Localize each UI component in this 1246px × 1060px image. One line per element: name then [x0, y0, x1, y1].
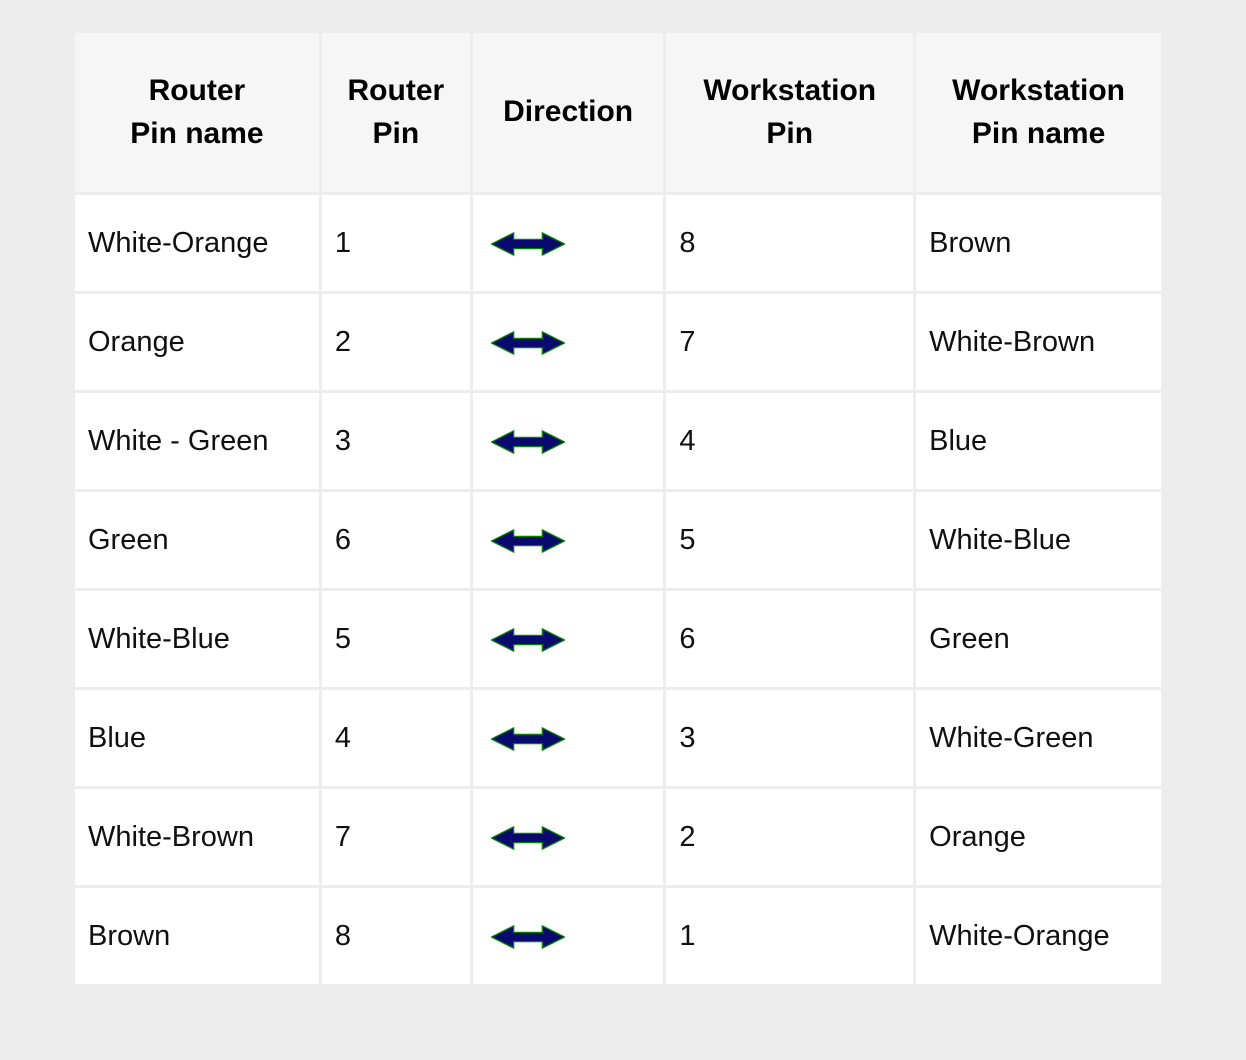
header-line-2: Pin	[372, 116, 420, 150]
cell-router-pin-name: White-Blue	[75, 591, 319, 687]
header-line-1: Workstation	[703, 73, 877, 107]
bidirectional-arrow-icon	[490, 231, 565, 257]
cell-direction	[472, 195, 664, 291]
cell-router-pin-name: Green	[75, 492, 319, 588]
column-header-workstation-pin: Workstation Pin	[666, 33, 914, 192]
bidirectional-arrow-icon	[490, 429, 565, 455]
bidirectional-arrow-icon	[490, 726, 565, 752]
cell-direction	[472, 690, 664, 786]
bidirectional-arrow-icon	[490, 627, 565, 653]
cell-workstation-pin: 5	[666, 492, 914, 588]
table-row: White-Orange 1 8 Brown	[75, 195, 1161, 291]
cell-workstation-pin: 3	[666, 690, 914, 786]
cell-direction	[472, 888, 664, 984]
cell-router-pin-name: White-Orange	[75, 195, 319, 291]
cell-router-pin-name: Blue	[75, 690, 319, 786]
cell-workstation-pin-name: Blue	[916, 393, 1161, 489]
cell-workstation-pin-name: White-Blue	[916, 492, 1161, 588]
column-header-router-pin-name: Router Pin name	[75, 33, 319, 192]
table-row: Orange 2 7 White-Brown	[75, 294, 1161, 390]
cell-router-pin: 2	[321, 294, 470, 390]
cell-workstation-pin: 1	[666, 888, 914, 984]
header-line-1: Direction	[503, 95, 634, 129]
cell-workstation-pin: 6	[666, 591, 914, 687]
bidirectional-arrow-icon	[490, 924, 565, 950]
cell-workstation-pin-name: Brown	[916, 195, 1161, 291]
bidirectional-arrow-icon	[490, 528, 565, 554]
cell-workstation-pin: 4	[666, 393, 914, 489]
cell-router-pin: 6	[321, 492, 470, 588]
cell-router-pin-name: Orange	[75, 294, 319, 390]
header-line-2: Pin	[766, 116, 814, 150]
cell-router-pin-name: White - Green	[75, 393, 319, 489]
header-row: Router Pin name Router Pin Direction Wor…	[75, 33, 1161, 192]
header-line-1: Workstation	[952, 73, 1125, 107]
table-row: White-Blue 5 6 Green	[75, 591, 1161, 687]
cell-router-pin: 1	[321, 195, 470, 291]
table-row: Blue 4 3 White-Green	[75, 690, 1161, 786]
header-line-2: Pin name	[971, 116, 1106, 150]
table-row: Green 6 5 White-Blue	[75, 492, 1161, 588]
table-row: White-Brown 7 2 Orange	[75, 789, 1161, 885]
cell-router-pin-name: White-Brown	[75, 789, 319, 885]
header-line-1: Router	[148, 73, 246, 107]
cell-router-pin: 4	[321, 690, 470, 786]
cell-router-pin: 8	[321, 888, 470, 984]
cell-direction	[472, 492, 664, 588]
cell-router-pin: 5	[321, 591, 470, 687]
table-row: White - Green 3 4 Blue	[75, 393, 1161, 489]
cell-workstation-pin-name: Orange	[916, 789, 1161, 885]
cell-router-pin: 7	[321, 789, 470, 885]
header-line-1: Router	[347, 73, 445, 107]
cell-workstation-pin: 8	[666, 195, 914, 291]
cell-workstation-pin-name: White-Orange	[916, 888, 1161, 984]
header-line-2: Pin name	[130, 116, 264, 150]
page-root: Router Pin name Router Pin Direction Wor…	[0, 0, 1246, 1060]
table-row: Brown 8 1 White-Orange	[75, 888, 1161, 984]
cell-workstation-pin-name: Green	[916, 591, 1161, 687]
bidirectional-arrow-icon	[490, 330, 565, 356]
cell-workstation-pin: 2	[666, 789, 914, 885]
table-body: White-Orange 1 8 Brown Orange 2 7 White-Brown Wh…	[75, 195, 1161, 984]
cell-router-pin-name: Brown	[75, 888, 319, 984]
table-header: Router Pin name Router Pin Direction Wor…	[75, 33, 1161, 192]
cell-direction	[472, 294, 664, 390]
cell-workstation-pin-name: White-Green	[916, 690, 1161, 786]
cell-direction	[472, 393, 664, 489]
pinout-table: Router Pin name Router Pin Direction Wor…	[72, 30, 1164, 987]
cell-router-pin: 3	[321, 393, 470, 489]
cell-direction	[472, 591, 664, 687]
bidirectional-arrow-icon	[490, 825, 565, 851]
cell-workstation-pin: 7	[666, 294, 914, 390]
column-header-workstation-pin-name: Workstation Pin name	[916, 33, 1161, 192]
column-header-direction: Direction	[472, 33, 664, 192]
cell-direction	[472, 789, 664, 885]
cell-workstation-pin-name: White-Brown	[916, 294, 1161, 390]
column-header-router-pin: Router Pin	[321, 33, 470, 192]
